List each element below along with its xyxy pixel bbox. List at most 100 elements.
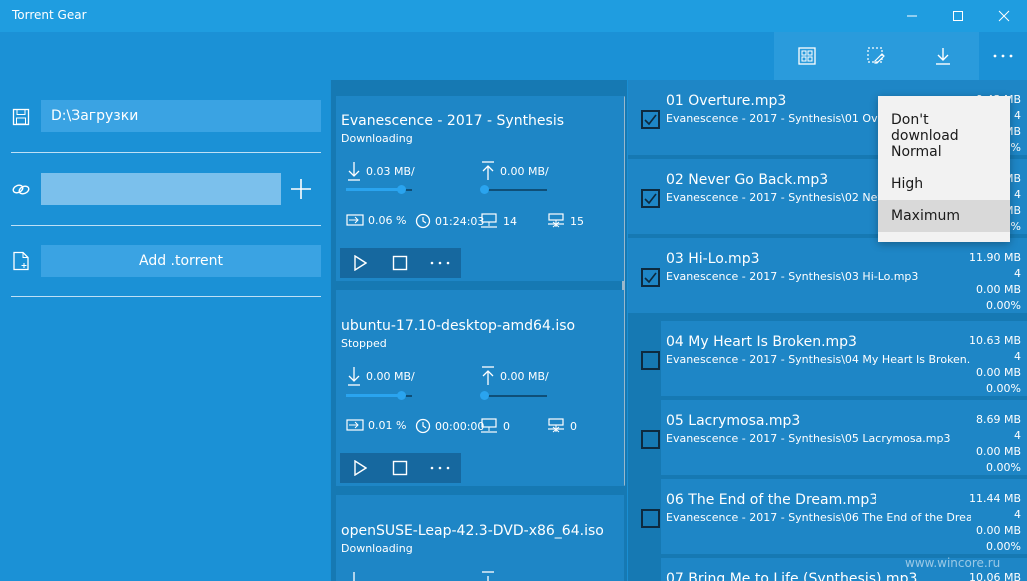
file-path: Evanescence - 2017 - Synthesis\05 Lacrym… [666, 432, 951, 445]
checkmark-icon [644, 114, 657, 126]
progress-icon [346, 419, 364, 431]
download-limit-knob[interactable] [397, 185, 406, 194]
more-icon [430, 466, 450, 470]
file-percent: 0.00% [986, 382, 1021, 395]
minimize-button[interactable] [889, 0, 935, 32]
torrent-card[interactable]: ubuntu-17.10-desktop-amd64.iso Stopped 0… [336, 290, 624, 486]
upload-rate-stat: 0.00 MB/ [480, 365, 549, 387]
file-stats: 10.06 MB [969, 570, 1021, 581]
menu-item-high[interactable]: High [878, 168, 1010, 200]
stop-button[interactable] [380, 453, 420, 483]
file-priority: 4 [1014, 267, 1021, 280]
file-name: 06 The End of the Dream.mp3 [666, 492, 876, 508]
more-icon [430, 261, 450, 265]
seeds-value: 15 [570, 214, 584, 228]
close-icon [998, 10, 1010, 22]
file-checkbox[interactable] [641, 268, 660, 287]
download-rate: 0.03 MB/ [366, 164, 415, 178]
stop-button[interactable] [380, 248, 420, 278]
torrent-name: ubuntu-17.10-desktop-amd64.iso [341, 318, 576, 334]
file-size: 11.44 MB [968, 492, 1021, 505]
more-options-button[interactable] [979, 32, 1027, 80]
peers-stat: 14 [479, 213, 517, 229]
file-checkbox[interactable] [641, 110, 660, 129]
plus-icon [291, 179, 311, 199]
torrent-actions [340, 248, 461, 278]
download-arrow-icon [348, 162, 360, 181]
file-name: 03 Hi-Lo.mp3 [666, 251, 760, 267]
upload-rate: 0.00 MB/ [500, 164, 549, 178]
torrent-card[interactable]: openSUSE-Leap-42.3-DVD-x86_64.iso Downlo… [336, 495, 624, 581]
download-limit-slider[interactable] [346, 188, 401, 191]
divider [11, 152, 321, 153]
file-name: 07 Bring Me to Life (Synthesis).mp3 [666, 571, 918, 581]
torrent-more-button[interactable] [420, 453, 460, 483]
upload-limit-knob[interactable] [480, 185, 489, 194]
seeds-icon [548, 213, 564, 228]
divider [11, 225, 321, 226]
peers-value: 0 [503, 419, 510, 433]
title-bar: Torrent Gear [0, 0, 1027, 32]
upload-rate: 0.00 MB/ [500, 369, 549, 383]
file-checkbox[interactable] [641, 189, 660, 208]
file-name: 01 Overture.mp3 [666, 93, 787, 109]
checkmark-icon [644, 272, 657, 284]
file-checkbox[interactable] [641, 430, 660, 449]
torrent-card[interactable]: Evanescence - 2017 - Synthesis Downloadi… [336, 96, 624, 281]
file-name: 04 My Heart Is Broken.mp3 [666, 334, 857, 350]
file-percent: 0.00% [986, 299, 1021, 312]
select-all-icon [798, 47, 816, 65]
download-limit-knob[interactable] [397, 391, 406, 400]
progress-value: 0.01 % [368, 418, 407, 432]
close-button[interactable] [981, 0, 1027, 32]
stop-icon [392, 460, 408, 476]
torrent-more-button[interactable] [420, 248, 460, 278]
download-folder-field[interactable]: D:\Загрузки [41, 100, 321, 132]
file-path: Evanescence - 2017 - Synthesis\03 Hi-Lo.… [666, 270, 919, 283]
file-stats: 11.44 MB 4 0.00 MB 0.00% [969, 491, 1021, 555]
progress-icon [346, 214, 364, 226]
menu-item-maximum[interactable]: Maximum [878, 200, 1010, 232]
file-checkbox[interactable] [641, 351, 660, 370]
file-stats: 11.90 MB 4 0.00 MB 0.00% [969, 250, 1021, 314]
file-downloaded: 0.00 MB [975, 366, 1021, 379]
add-link-button[interactable] [288, 175, 314, 203]
play-icon [354, 460, 367, 476]
download-limit-slider[interactable] [346, 394, 401, 397]
add-file-icon [10, 250, 32, 272]
upload-limit-knob[interactable] [480, 391, 489, 400]
seeds-value: 0 [570, 419, 577, 433]
maximize-icon [953, 11, 963, 21]
priority-menu: Don't download Normal High Maximum [878, 96, 1010, 242]
upload-limit-track [484, 395, 547, 397]
menu-item-normal[interactable]: Normal [878, 136, 1010, 168]
seeds-stat: 15 [546, 213, 584, 229]
file-priority: 4 [1014, 429, 1021, 442]
divider [11, 296, 321, 297]
download-arrow-icon [348, 367, 360, 386]
edit-selection-button[interactable] [843, 32, 909, 80]
upload-arrow-icon [482, 571, 494, 581]
maximize-button[interactable] [935, 0, 981, 32]
clock-icon [415, 418, 431, 434]
eta-value: 00:00:00 [435, 419, 485, 433]
toolbar-button-group [774, 32, 979, 80]
start-button[interactable] [340, 248, 380, 278]
seeds-icon [548, 418, 564, 433]
magnet-link-input[interactable] [41, 173, 281, 205]
select-all-button[interactable] [774, 32, 840, 80]
play-icon [354, 255, 367, 271]
file-downloaded: 0.00 MB [975, 445, 1021, 458]
start-button[interactable] [340, 453, 380, 483]
add-torrent-button[interactable]: Add .torrent [41, 245, 321, 277]
download-button[interactable] [910, 32, 976, 80]
watermark: www.wincore.ru [905, 556, 1001, 570]
edit-selection-icon [867, 47, 885, 64]
download-icon [936, 48, 950, 65]
menu-item-dont-download[interactable]: Don't download [878, 104, 1010, 144]
more-icon [993, 54, 1013, 58]
file-downloaded: 0.00 MB [975, 524, 1021, 537]
file-size: 11.90 MB [968, 251, 1021, 264]
file-checkbox[interactable] [641, 509, 660, 528]
download-rate-stat: 0.00 MB/ [346, 365, 415, 387]
